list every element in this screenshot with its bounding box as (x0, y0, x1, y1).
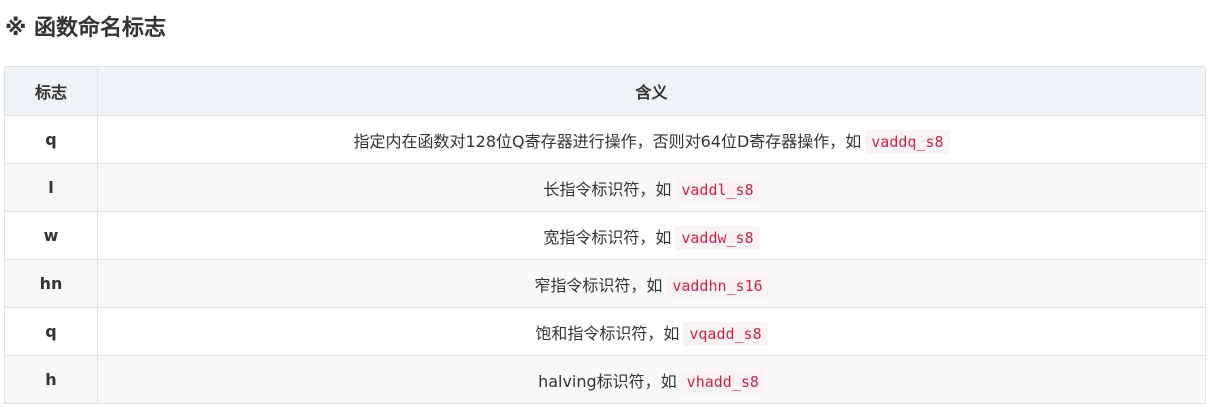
table-row: w 宽指令标识符，如 vaddw_s8 (4, 211, 1206, 260)
meaning-text: 饱和指令标识符，如 (535, 323, 680, 343)
header-flag: 标志 (4, 66, 98, 116)
table-row: q 饱和指令标识符，如 vqadd_s8 (4, 307, 1206, 356)
flag-cell: q (4, 307, 98, 356)
meaning-cell: 宽指令标识符，如 vaddw_s8 (97, 211, 1206, 260)
flags-table: 标志 含义 q 指定内在函数对128位Q寄存器进行操作，否则对64位D寄存器操作… (4, 66, 1206, 404)
meaning-text: halving标识符，如 (538, 371, 677, 391)
meaning-cell: 饱和指令标识符，如 vqadd_s8 (97, 307, 1206, 356)
meaning-cell: 窄指令标识符，如 vaddhn_s16 (97, 259, 1206, 308)
meaning-cell: 指定内在函数对128位Q寄存器进行操作，否则对64位D寄存器操作，如 vaddq_… (97, 115, 1206, 164)
meaning-cell: 长指令标识符，如 vaddl_s8 (97, 163, 1206, 212)
flag-cell: w (4, 211, 98, 260)
flag-cell: hn (4, 259, 98, 308)
flag-cell: h (4, 355, 98, 404)
table-row: q 指定内在函数对128位Q寄存器进行操作，否则对64位D寄存器操作，如 vadd… (4, 115, 1206, 164)
section-title: ※ 函数命名标志 (5, 16, 167, 41)
header-meaning: 含义 (97, 66, 1206, 116)
table-row: l 长指令标识符，如 vaddl_s8 (4, 163, 1206, 212)
meaning-text: 长指令标识符，如 (543, 179, 672, 199)
example-code: vaddw_s8 (675, 225, 760, 250)
flag-cell: l (4, 163, 98, 212)
example-code: vhadd_s8 (680, 369, 765, 394)
example-code: vqadd_s8 (683, 321, 768, 346)
table-row: h halving标识符，如 vhadd_s8 (4, 355, 1206, 404)
example-code: vaddl_s8 (675, 177, 760, 202)
meaning-text: 指定内在函数对128位Q寄存器进行操作，否则对64位D寄存器操作，如 (353, 131, 862, 151)
meaning-cell: halving标识符，如 vhadd_s8 (97, 355, 1206, 404)
table-row: hn 窄指令标识符，如 vaddhn_s16 (4, 259, 1206, 308)
table-header-row: 标志 含义 (4, 66, 1206, 116)
meaning-text: 窄指令标识符，如 (534, 275, 663, 295)
flags-table-container: 标志 含义 q 指定内在函数对128位Q寄存器进行操作，否则对64位D寄存器操作… (4, 66, 1206, 404)
example-code: vaddq_s8 (865, 129, 950, 154)
example-code: vaddhn_s16 (666, 273, 769, 298)
meaning-text: 宽指令标识符，如 (543, 227, 672, 247)
flag-cell: q (4, 115, 98, 164)
